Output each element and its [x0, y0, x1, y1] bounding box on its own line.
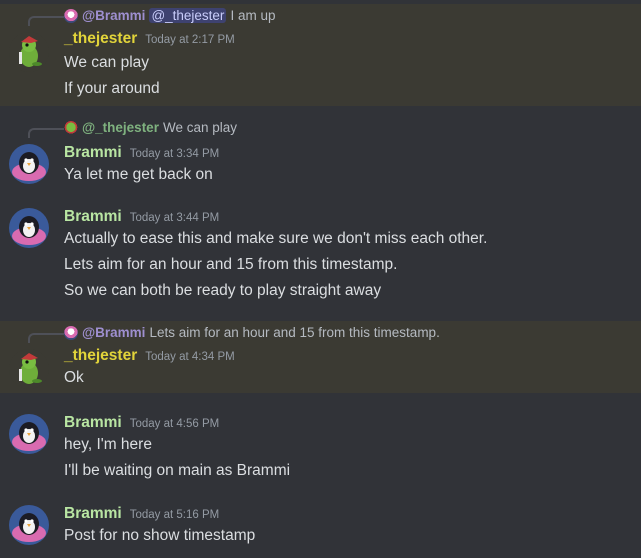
avatar[interactable] — [9, 505, 49, 545]
username[interactable]: _thejester — [64, 30, 137, 48]
message-line: If your around — [64, 80, 160, 97]
message-line: Actually to ease this and make sure we d… — [64, 230, 488, 247]
reply-preview[interactable]: @Brammi Lets aim for an hour and 15 from… — [64, 325, 440, 340]
timestamp[interactable]: Today at 3:44 PM — [130, 212, 220, 224]
reply-text: We can play — [162, 120, 237, 135]
reply-spine — [28, 16, 64, 26]
username[interactable]: Brammi — [64, 414, 122, 432]
reply-spine — [28, 333, 64, 343]
avatar[interactable] — [9, 349, 49, 389]
message-item[interactable]: @Brammi @_thejester I am up _thejester T… — [0, 4, 641, 106]
reply-spine — [28, 128, 64, 138]
timestamp[interactable]: Today at 4:34 PM — [145, 351, 235, 363]
timestamp[interactable]: Today at 5:16 PM — [130, 509, 220, 521]
brammi-mini-avatar — [64, 325, 78, 340]
message-line: Ya let me get back on — [64, 166, 213, 183]
username[interactable]: _thejester — [64, 347, 137, 365]
reply-preview[interactable]: @Brammi @_thejester I am up — [64, 8, 275, 23]
message-line: Lets aim for an hour and 15 from this ti… — [64, 256, 398, 273]
username[interactable]: Brammi — [64, 208, 122, 226]
avatar[interactable] — [9, 144, 49, 184]
avatar[interactable] — [9, 208, 49, 248]
message-item[interactable]: Brammi Today at 5:16 PM Post for no show… — [0, 501, 641, 556]
message-item[interactable]: Brammi Today at 4:56 PM hey, I'm here I'… — [0, 410, 641, 482]
brammi-mini-avatar — [64, 8, 78, 23]
message-line: So we can both be ready to play straight… — [64, 282, 382, 299]
timestamp[interactable]: Today at 2:17 PM — [145, 34, 235, 46]
brammi-avatar-icon — [9, 144, 49, 184]
username[interactable]: Brammi — [64, 505, 122, 523]
avatar[interactable] — [9, 32, 49, 72]
jester-mini-avatar — [64, 120, 78, 135]
reply-preview[interactable]: @_thejester We can play — [64, 120, 237, 135]
avatar[interactable] — [9, 414, 49, 454]
message-line: I'll be waiting on main as Brammi — [64, 462, 291, 479]
jester-avatar-icon — [9, 32, 49, 72]
reply-text: I am up — [230, 8, 276, 23]
message-line: Post for no show timestamp — [64, 527, 256, 544]
message-item[interactable]: @_thejester We can play Brammi Today at … — [0, 118, 641, 190]
timestamp[interactable]: Today at 3:34 PM — [130, 148, 220, 160]
timestamp[interactable]: Today at 4:56 PM — [130, 418, 220, 430]
brammi-avatar-icon — [9, 505, 49, 545]
reply-author[interactable]: @Brammi — [82, 8, 145, 23]
jester-avatar-icon — [9, 349, 49, 389]
username[interactable]: Brammi — [64, 144, 122, 162]
message-line: We can play — [64, 54, 150, 71]
message-item[interactable]: @Brammi Lets aim for an hour and 15 from… — [0, 321, 641, 393]
brammi-avatar-icon — [9, 414, 49, 454]
reply-author[interactable]: @_thejester — [82, 120, 159, 135]
message-line: Ok — [64, 369, 84, 386]
reply-text: Lets aim for an hour and 15 from this ti… — [149, 325, 440, 340]
reply-author[interactable]: @Brammi — [82, 325, 145, 340]
message-line: hey, I'm here — [64, 436, 152, 453]
reply-mention[interactable]: @_thejester — [149, 8, 227, 23]
brammi-avatar-icon — [9, 208, 49, 248]
message-item[interactable]: Brammi Today at 3:44 PM Actually to ease… — [0, 204, 641, 304]
